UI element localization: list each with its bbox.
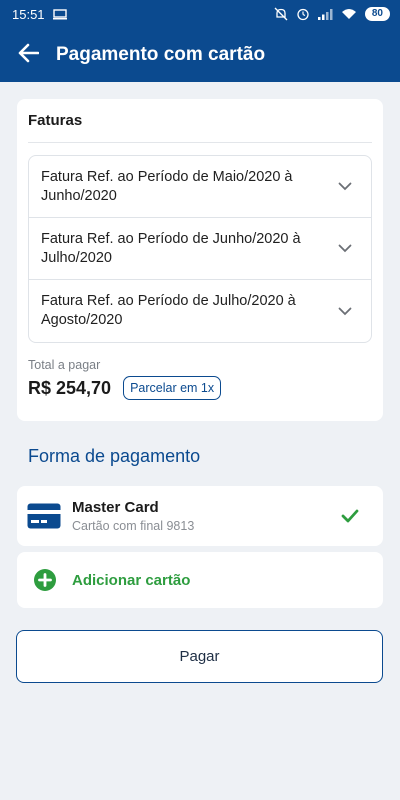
- pay-button[interactable]: Pagar: [16, 630, 383, 683]
- installment-button[interactable]: Parcelar em 1x: [123, 376, 222, 400]
- invoices-heading: Faturas: [28, 99, 372, 143]
- invoice-item-maio-junho[interactable]: Fatura Ref. ao Período de Maio/2020 à Ju…: [29, 156, 371, 218]
- invoice-label: Fatura Ref. ao Período de Maio/2020 à Ju…: [41, 168, 293, 204]
- plus-circle-icon: [33, 568, 57, 592]
- back-arrow-icon: [17, 43, 40, 68]
- invoices-card: Faturas Fatura Ref. ao Período de Maio/2…: [17, 99, 383, 421]
- app-bar: Pagamento com cartão: [0, 28, 400, 82]
- invoice-item-junho-julho[interactable]: Fatura Ref. ao Período de Junho/2020 à J…: [29, 218, 371, 280]
- total-value: R$ 254,70: [28, 377, 112, 398]
- card-detail: Cartão com final 9813: [72, 519, 195, 533]
- invoice-label: Fatura Ref. ao Período de Julho/2020 à A…: [41, 293, 296, 328]
- wifi-icon: [341, 8, 357, 20]
- invoice-label: Fatura Ref. ao Período de Junho/2020 à J…: [41, 230, 301, 266]
- page-title: Pagamento com cartão: [56, 44, 266, 65]
- alarm-icon: [296, 7, 310, 21]
- payment-method-heading: Forma de pagamento: [28, 446, 201, 466]
- screen-icon: [52, 8, 67, 20]
- status-time: 15:51: [12, 6, 45, 22]
- add-card-button[interactable]: Adicionar cartão: [17, 552, 383, 608]
- saved-card-item[interactable]: Master Card Cartão com final 9813: [17, 486, 383, 546]
- chevron-down-icon: [335, 239, 355, 259]
- status-bar: 15:51 80: [0, 0, 400, 28]
- back-button[interactable]: [0, 28, 56, 82]
- status-left: 15:51: [12, 7, 67, 22]
- chevron-down-icon: [335, 301, 355, 321]
- invoice-list: Fatura Ref. ao Período de Maio/2020 à Ju…: [28, 155, 372, 343]
- credit-card-icon: [27, 503, 61, 529]
- invoice-item-julho-agosto[interactable]: Fatura Ref. ao Período de Julho/2020 à A…: [29, 280, 371, 342]
- status-right: 80: [274, 7, 390, 21]
- total-row: R$ 254,70 Parcelar em 1x: [28, 376, 372, 400]
- check-icon: [335, 501, 365, 531]
- total-label: Total a pagar: [28, 358, 101, 372]
- battery-icon: 80: [364, 7, 390, 21]
- signal-icon: [317, 8, 333, 20]
- add-card-label: Adicionar cartão: [72, 571, 191, 589]
- card-name: Master Card: [72, 499, 159, 516]
- card-info: Master Card Cartão com final 9813: [72, 499, 335, 533]
- mute-icon: [274, 7, 288, 21]
- chevron-down-icon: [335, 177, 355, 197]
